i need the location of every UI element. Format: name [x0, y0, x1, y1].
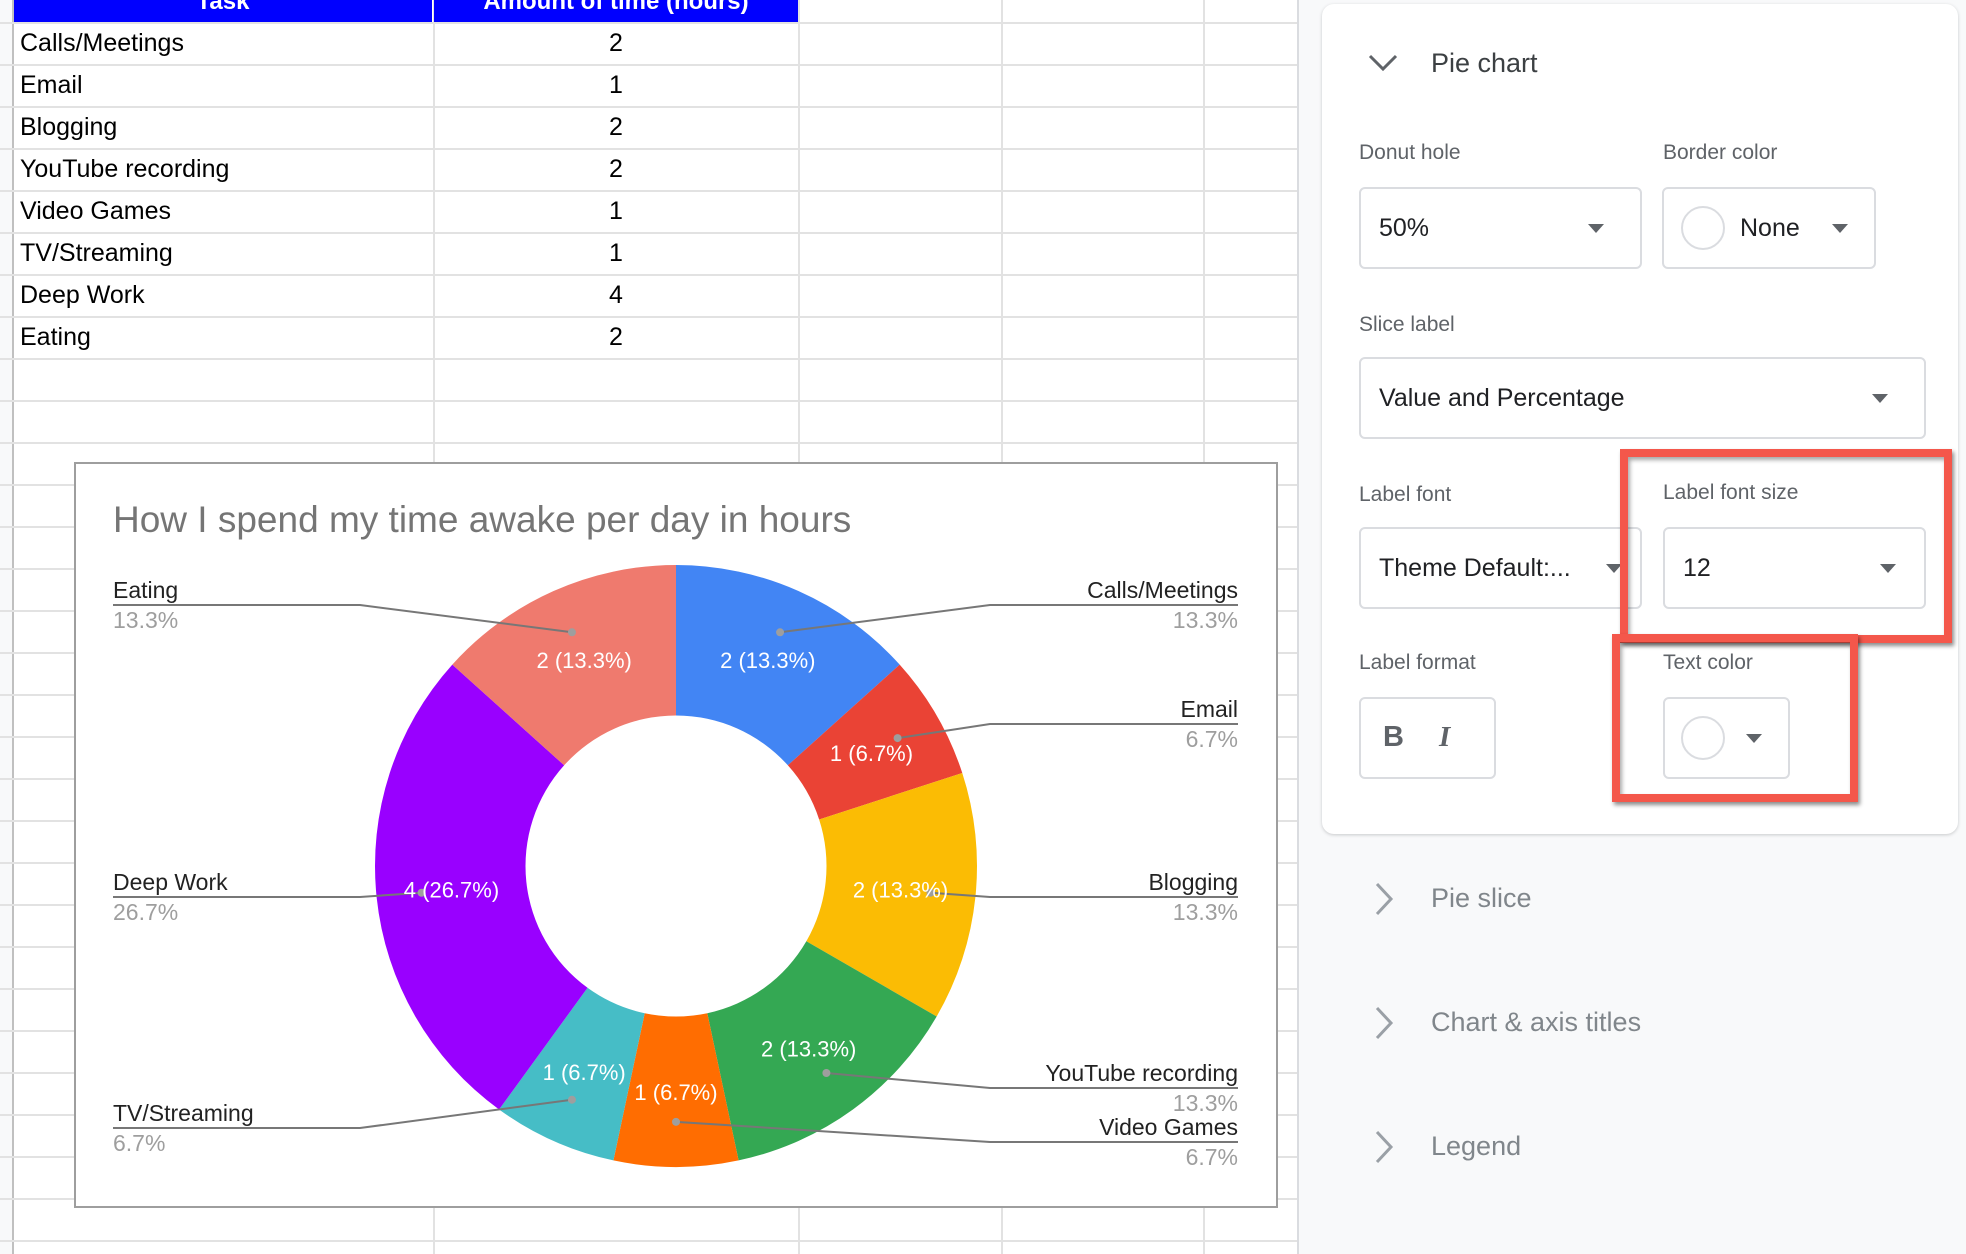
section-legend[interactable]: Legend — [1360, 1118, 1920, 1178]
slice-name-label: Eating — [113, 577, 178, 603]
leader-dot — [822, 1068, 831, 1077]
slice-percent-label: 13.3% — [1173, 1090, 1238, 1116]
section-title-pie-slice: Pie slice — [1431, 883, 1532, 913]
slice-name-label: Blogging — [1148, 869, 1238, 895]
border-color-label: Border color — [1663, 141, 1778, 164]
slice-value-label: 2 (13.3%) — [761, 1037, 856, 1062]
section-title-chart-axis-titles: Chart & axis titles — [1431, 1007, 1642, 1037]
text-color-select[interactable] — [1663, 697, 1790, 779]
slice-name-label: Email — [1180, 696, 1238, 722]
slice-label-value: Value and Percentage — [1379, 383, 1625, 412]
donut-hole-label: Donut hole — [1359, 141, 1461, 164]
color-swatch-icon — [1681, 206, 1725, 250]
label-font-label: Label font — [1359, 483, 1452, 506]
border-color-value: None — [1740, 213, 1800, 242]
leader-dot — [672, 1117, 680, 1126]
section-pie-slice[interactable]: Pie slice — [1360, 870, 1920, 930]
slice-name-label: Calls/Meetings — [1087, 577, 1238, 603]
leader-dot — [567, 628, 576, 637]
chevron-right-icon — [1375, 882, 1394, 916]
slice-label-select[interactable]: Value and Percentage — [1359, 357, 1926, 439]
label-format-group: B I — [1359, 697, 1496, 779]
donut-hole-select[interactable]: 50% — [1359, 187, 1642, 269]
slice-value-label: 2 (13.3%) — [720, 648, 815, 673]
chevron-right-icon — [1375, 1130, 1394, 1164]
slice-percent-label: 6.7% — [1186, 726, 1238, 752]
leader-dot — [567, 1095, 576, 1104]
slice-percent-label: 13.3% — [1173, 899, 1238, 925]
slice-value-label: 1 (6.7%) — [830, 741, 913, 766]
chart-title[interactable]: How I spend my time awake per day in hou… — [113, 499, 851, 540]
spreadsheet-grid[interactable]: Task Amount of time (hours) Calls/Meetin… — [0, 0, 1299, 1254]
label-font-size-select[interactable]: 12 — [1663, 527, 1926, 609]
italic-button[interactable]: I — [1439, 721, 1450, 754]
label-format-label: Label format — [1359, 651, 1476, 674]
slice-label-label: Slice label — [1359, 313, 1455, 336]
slice-percent-label: 6.7% — [1186, 1144, 1238, 1170]
border-color-select[interactable]: None — [1662, 187, 1876, 269]
slice-percent-label: 6.7% — [113, 1130, 165, 1156]
label-font-size-label: Label font size — [1663, 481, 1799, 504]
pie-chart[interactable]: How I spend my time awake per day in hou… — [74, 462, 1278, 1208]
slice-value-label: 1 (6.7%) — [543, 1060, 626, 1085]
text-color-label: Text color — [1663, 651, 1753, 674]
dropdown-arrow-icon — [1880, 564, 1896, 573]
donut-hole-value: 50% — [1379, 213, 1430, 242]
dropdown-arrow-icon — [1872, 394, 1888, 403]
pie-slices — [374, 565, 977, 1168]
chevron-down-icon[interactable] — [1368, 53, 1398, 73]
section-title-pie-chart[interactable]: Pie chart — [1431, 48, 1538, 79]
slice-percent-label: 13.3% — [113, 607, 178, 633]
dropdown-arrow-icon — [1588, 224, 1604, 233]
label-font-select[interactable]: Theme Default:... — [1359, 527, 1642, 609]
slice-percent-label: 13.3% — [1173, 607, 1238, 633]
chevron-right-icon — [1375, 1006, 1394, 1040]
dropdown-arrow-icon — [1606, 564, 1622, 573]
section-chart-axis-titles[interactable]: Chart & axis titles — [1360, 994, 1920, 1054]
label-font-size-value: 12 — [1683, 553, 1711, 582]
slice-name-label: Video Games — [1099, 1114, 1238, 1140]
slice-percent-label: 26.7% — [113, 899, 178, 925]
slice-name-label: TV/Streaming — [113, 1100, 254, 1126]
pie-chart-svg: How I spend my time awake per day in hou… — [113, 499, 1238, 1170]
slice-name-label: Deep Work — [113, 869, 228, 895]
dropdown-arrow-icon — [1746, 734, 1762, 743]
section-title-legend: Legend — [1431, 1131, 1522, 1161]
bold-button[interactable]: B — [1383, 721, 1404, 754]
slice-value-label: 2 (13.3%) — [536, 648, 631, 673]
slice-value-label: 2 (13.3%) — [853, 878, 948, 903]
slice-value-label: 4 (26.7%) — [404, 878, 499, 903]
label-font-value: Theme Default:... — [1379, 553, 1571, 582]
color-swatch-icon — [1681, 716, 1725, 760]
dropdown-arrow-icon — [1832, 224, 1848, 233]
slice-value-label: 1 (6.7%) — [634, 1080, 717, 1105]
slice-name-label: YouTube recording — [1045, 1060, 1238, 1086]
leader-dot — [776, 628, 785, 637]
